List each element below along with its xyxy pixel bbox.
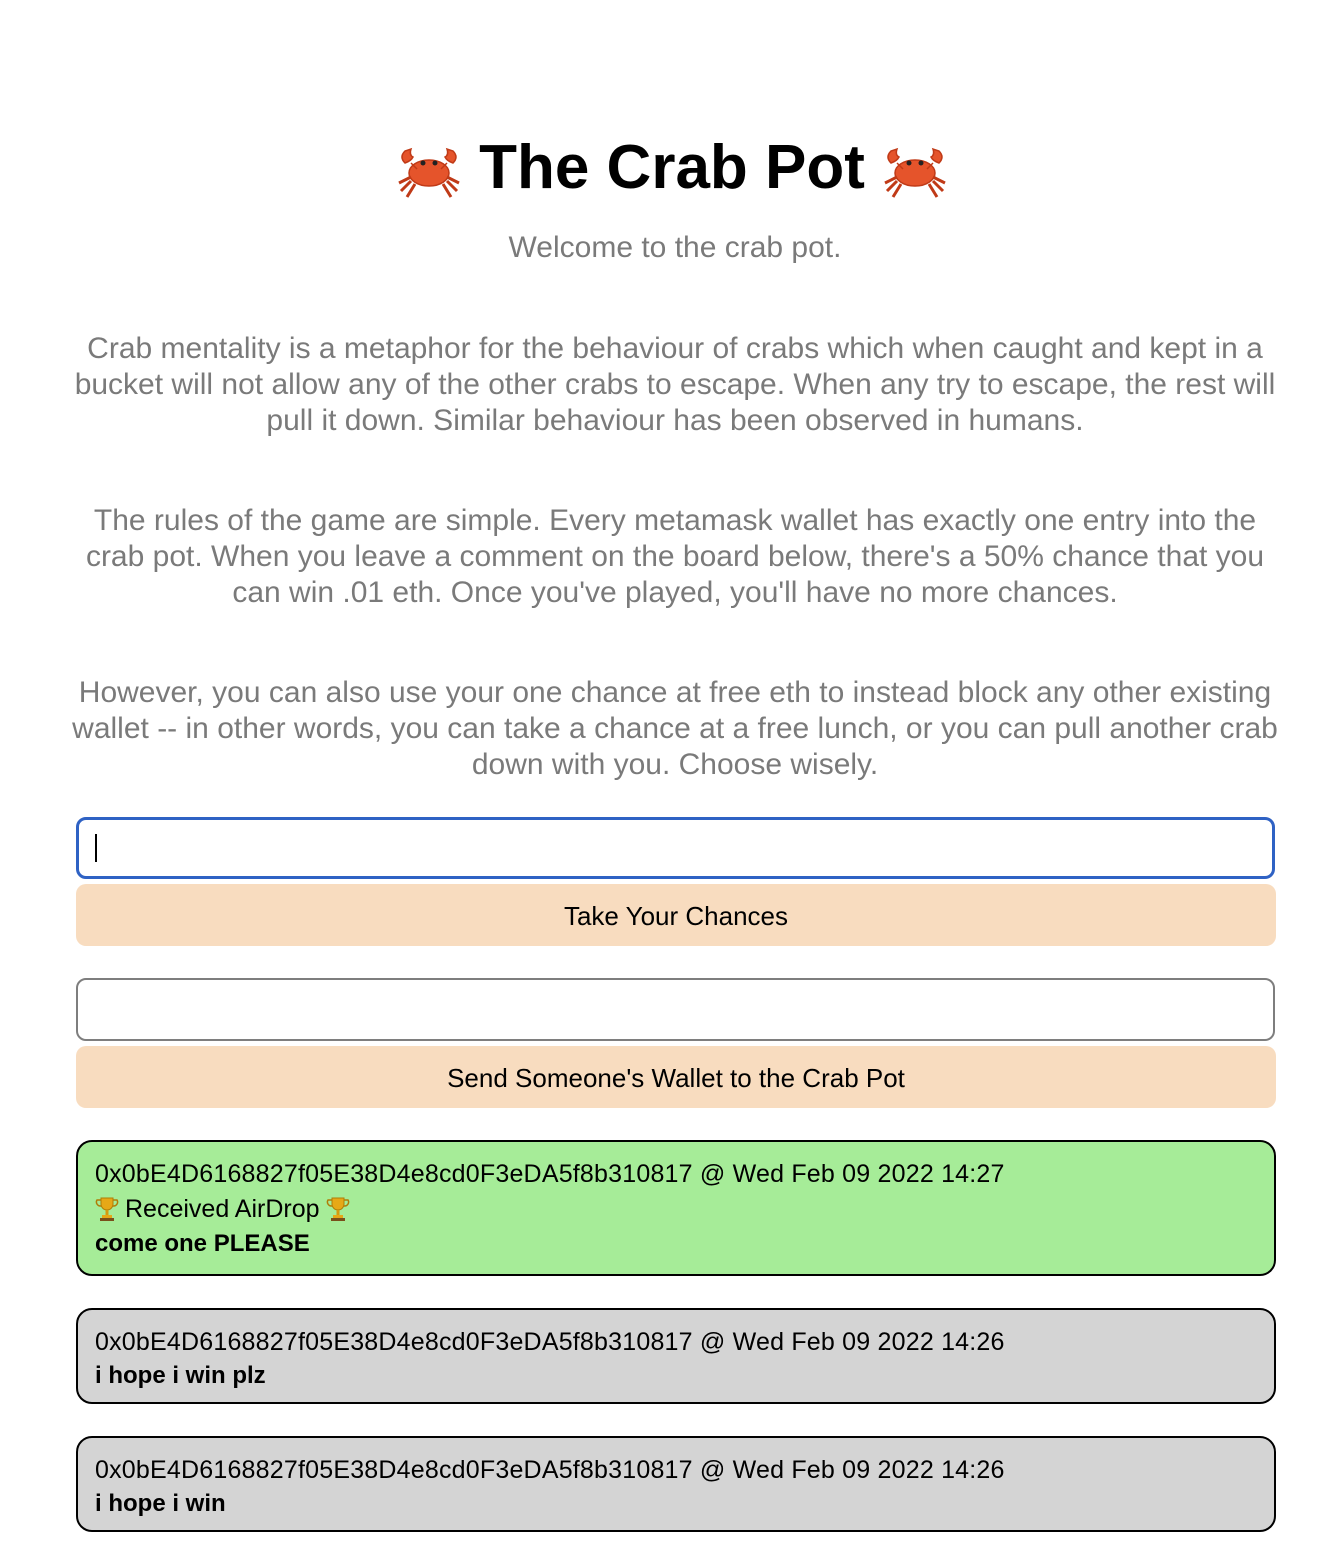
trophy-icon [95, 1196, 119, 1222]
entry-meta: 0x0bE4D6168827f05E38D4e8cd0F3eDA5f8b3108… [95, 1160, 1005, 1188]
board-entry: 0x0bE4D6168827f05E38D4e8cd0F3eDA5f8b3108… [76, 1436, 1276, 1532]
entry-meta: 0x0bE4D6168827f05E38D4e8cd0F3eDA5f8b3108… [95, 1456, 1005, 1484]
send-wallet-to-crab-pot-button[interactable]: Send Someone's Wallet to the Crab Pot [76, 1046, 1276, 1108]
crab-pot-page: The Crab Pot Welcome to the crab pot. Cr… [0, 0, 1344, 1568]
board-entry-winner: 0x0bE4D6168827f05E38D4e8cd0F3eDA5f8b3108… [76, 1140, 1276, 1276]
entry-meta: 0x0bE4D6168827f05E38D4e8cd0F3eDA5f8b3108… [95, 1328, 1005, 1356]
trophy-icon [326, 1196, 350, 1222]
wallet-address-input[interactable] [76, 978, 1275, 1041]
comment-input[interactable] [76, 817, 1275, 879]
block-text: However, you can also use your one chanc… [72, 676, 1278, 781]
board-entry: 0x0bE4D6168827f05E38D4e8cd0F3eDA5f8b3108… [76, 1308, 1276, 1404]
airdrop-status: Received AirDrop [95, 1191, 1257, 1227]
entry-message: i hope i win plz [95, 1362, 266, 1389]
rules-text: The rules of the game are simple. Every … [85, 504, 1265, 609]
entry-message: i hope i win [95, 1490, 226, 1517]
text-caret [95, 834, 97, 862]
entry-message: come one PLEASE [95, 1230, 310, 1257]
crab-icon [395, 137, 463, 199]
take-your-chances-button[interactable]: Take Your Chances [76, 884, 1276, 946]
title-text: The Crab Pot [479, 132, 865, 202]
welcome-text: Welcome to the crab pot. [508, 231, 842, 264]
crab-icon [881, 137, 949, 199]
airdrop-label: Received AirDrop [125, 1195, 320, 1223]
page-title: The Crab Pot [0, 128, 1344, 208]
mentality-text: Crab mentality is a metaphor for the beh… [74, 332, 1276, 437]
